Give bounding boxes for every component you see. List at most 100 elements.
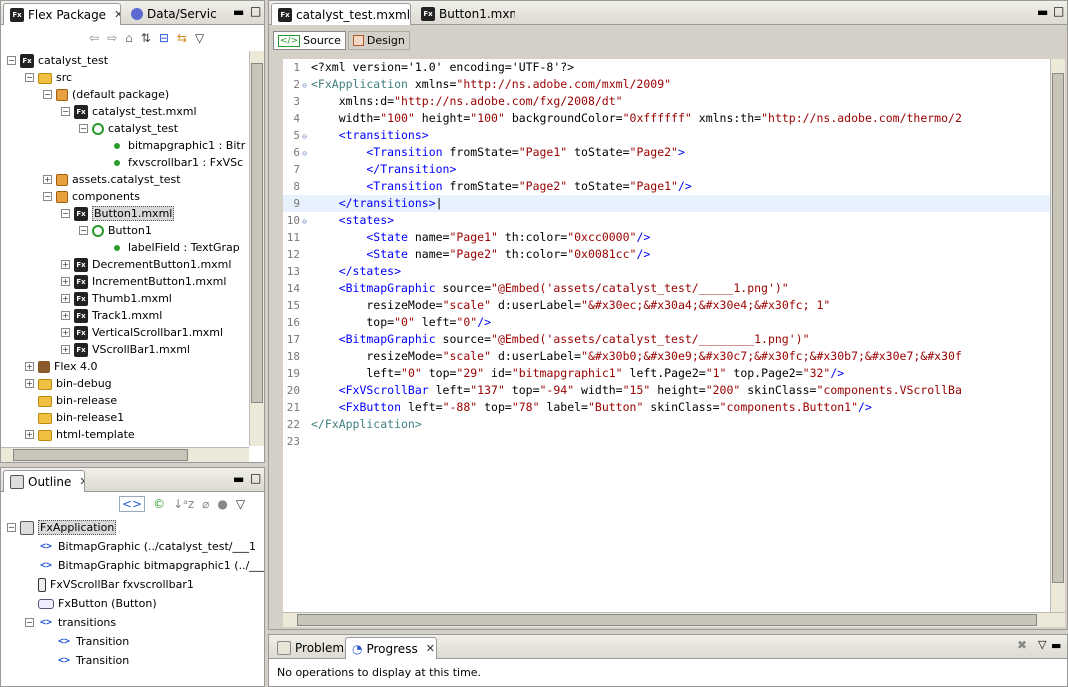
tree-item[interactable]: FxVScrollBar fxvscrollbar1 [25,576,194,593]
maximize-icon[interactable]: □ [1053,4,1064,18]
collapse-toggle-icon[interactable]: − [7,56,16,65]
scrollbar-thumb[interactable] [13,449,188,461]
view-menu-icon[interactable]: ▽ [236,497,245,511]
collapse-toggle-icon[interactable]: − [79,124,88,133]
code-token: /> [636,247,651,261]
fold-toggle-icon[interactable]: ⊖ [300,213,309,230]
collapse-toggle-icon[interactable]: − [7,523,16,532]
collapse-toggle-icon[interactable]: − [25,73,34,82]
view-menu-icon[interactable]: ▽ [1038,638,1046,651]
tab-progress[interactable]: ◔ Progress ✕ [345,637,437,659]
tree-item[interactable]: <> BitmapGraphic (../catalyst_test/___1 [25,538,256,555]
minimize-icon[interactable]: ▬ [233,472,244,486]
scrollbar-thumb[interactable] [1052,73,1064,583]
tree-item[interactable]: − Fx Button1.mxml [61,205,175,222]
tree-item[interactable]: + Flex 4.0 [25,358,97,375]
close-icon[interactable]: ✕ [426,642,435,655]
tree-item[interactable]: <> Transition [43,652,129,669]
expand-toggle-icon[interactable]: + [25,362,34,371]
collapse-toggle-icon[interactable]: − [79,226,88,235]
maximize-icon[interactable]: □ [250,471,261,485]
collapse-toggle-icon[interactable]: − [25,618,34,627]
filter-icon[interactable]: ⇅ [141,31,151,45]
fold-toggle-icon[interactable]: ⊖ [300,145,309,162]
sort-icon[interactable]: ↓ᵃz [173,497,194,511]
link-editor-icon[interactable]: ⇆ [177,31,187,45]
remove-all-icon[interactable]: ✖ [1017,638,1027,652]
minimize-icon[interactable]: ▬ [233,5,244,19]
show-classes-icon[interactable]: © [153,497,165,511]
tree-item[interactable]: − (default package) [43,86,169,103]
tree-item[interactable]: − <> transitions [25,614,116,631]
back-icon[interactable]: ⇦ [89,31,99,45]
tab-flex-package[interactable]: Fx Flex Package ✕ [3,3,121,25]
tree-item[interactable]: − src [25,69,72,86]
maximize-icon[interactable]: □ [250,4,261,18]
tree-item[interactable]: + Fx VScrollBar1.mxml [61,341,190,358]
hide-static-icon[interactable]: ● [217,497,227,511]
scrollbar-thumb[interactable] [297,614,1037,626]
tree-item[interactable]: <> BitmapGraphic bitmapgraphic1 (../___ [25,557,264,574]
tab-catalyst-test-mxml[interactable]: Fx catalyst_test.mxml ✕ [271,3,411,25]
tree-item[interactable]: − catalyst_test [79,120,178,137]
tree-item[interactable]: <> Transition [43,633,129,650]
tree-item[interactable]: − Fx catalyst_test [7,52,108,69]
editor-vertical-scrollbar[interactable] [1050,59,1065,612]
collapse-toggle-icon[interactable]: − [61,209,70,218]
tree-item[interactable]: FxButton (Button) [25,595,157,612]
tree-item[interactable]: + html-template [25,426,135,443]
tree-item[interactable]: + assets.catalyst_test [43,171,181,188]
tab-problems[interactable]: Problems [271,637,343,659]
fold-toggle-icon[interactable]: ⊖ [300,77,309,94]
tree-item[interactable]: − Fx catalyst_test.mxml [61,103,197,120]
expand-toggle-icon[interactable]: + [25,379,34,388]
tab-button1-mxml[interactable]: Fx Button1.mxml [415,3,515,25]
fold-toggle-icon[interactable]: ⊖ [300,128,309,145]
tree-item[interactable]: bin-release1 [25,409,124,426]
show-tags-icon[interactable]: <> [119,496,146,512]
tree-item[interactable]: fxvscrollbar1 : FxVSc [97,154,243,171]
minimize-icon[interactable]: ▬ [1037,5,1048,19]
tree-item[interactable]: + Fx Track1.mxml [61,307,162,324]
tree-item[interactable]: + Fx VerticalScrollbar1.mxml [61,324,223,341]
expand-toggle-icon[interactable]: + [25,430,34,439]
expand-toggle-icon[interactable]: + [61,328,70,337]
tab-outline[interactable]: Outline ✕ [3,470,85,492]
close-icon[interactable]: ✕ [79,475,84,488]
source-mode-button[interactable]: </> Source [273,31,346,50]
home-icon[interactable]: ⌂ [125,31,133,45]
scrollbar-thumb[interactable] [251,63,263,403]
tree-item[interactable]: + bin-debug [25,375,112,392]
code-content: left="0" top="29" id="bitmapgraphic1" le… [311,365,844,382]
collapse-toggle-icon[interactable]: − [43,90,52,99]
expand-toggle-icon[interactable]: + [43,175,52,184]
tree-item[interactable]: + Fx Thumb1.mxml [61,290,172,307]
expand-toggle-icon[interactable]: + [61,260,70,269]
forward-icon[interactable]: ⇨ [107,31,117,45]
tab-data-services[interactable]: Data/Servic [125,3,221,25]
expand-toggle-icon[interactable]: + [61,277,70,286]
tree-item[interactable]: − components [43,188,140,205]
tree-item[interactable]: bin-release [25,392,117,409]
package-vertical-scrollbar[interactable] [249,51,264,446]
minimize-icon[interactable]: ▬ [1051,639,1061,652]
code-editor[interactable]: 1 <?xml version='1.0' encoding='UTF-8'?> 2… [283,59,1050,612]
collapse-toggle-icon[interactable]: − [43,192,52,201]
tree-item[interactable]: − FxApplication [7,519,117,536]
package-horizontal-scrollbar[interactable] [1,447,249,462]
tree-item[interactable]: − Button1 [79,222,152,239]
expand-toggle-icon[interactable]: + [61,345,70,354]
expand-toggle-icon[interactable]: + [61,294,70,303]
collapse-all-icon[interactable]: ⊟ [159,31,169,45]
tree-item[interactable]: bitmapgraphic1 : Bitr [97,137,245,154]
hide-fields-icon[interactable]: ⌀ [202,497,209,511]
design-mode-button[interactable]: Design [347,31,410,50]
expand-toggle-icon[interactable]: + [61,311,70,320]
tree-item[interactable]: + Fx IncrementButton1.mxml [61,273,226,290]
tree-item[interactable]: labelField : TextGrap [97,239,240,256]
editor-horizontal-scrollbar[interactable] [283,612,1065,627]
close-icon[interactable]: ✕ [114,8,120,21]
collapse-toggle-icon[interactable]: − [61,107,70,116]
tree-item[interactable]: + Fx DecrementButton1.mxml [61,256,231,273]
view-menu-icon[interactable]: ▽ [195,31,204,45]
